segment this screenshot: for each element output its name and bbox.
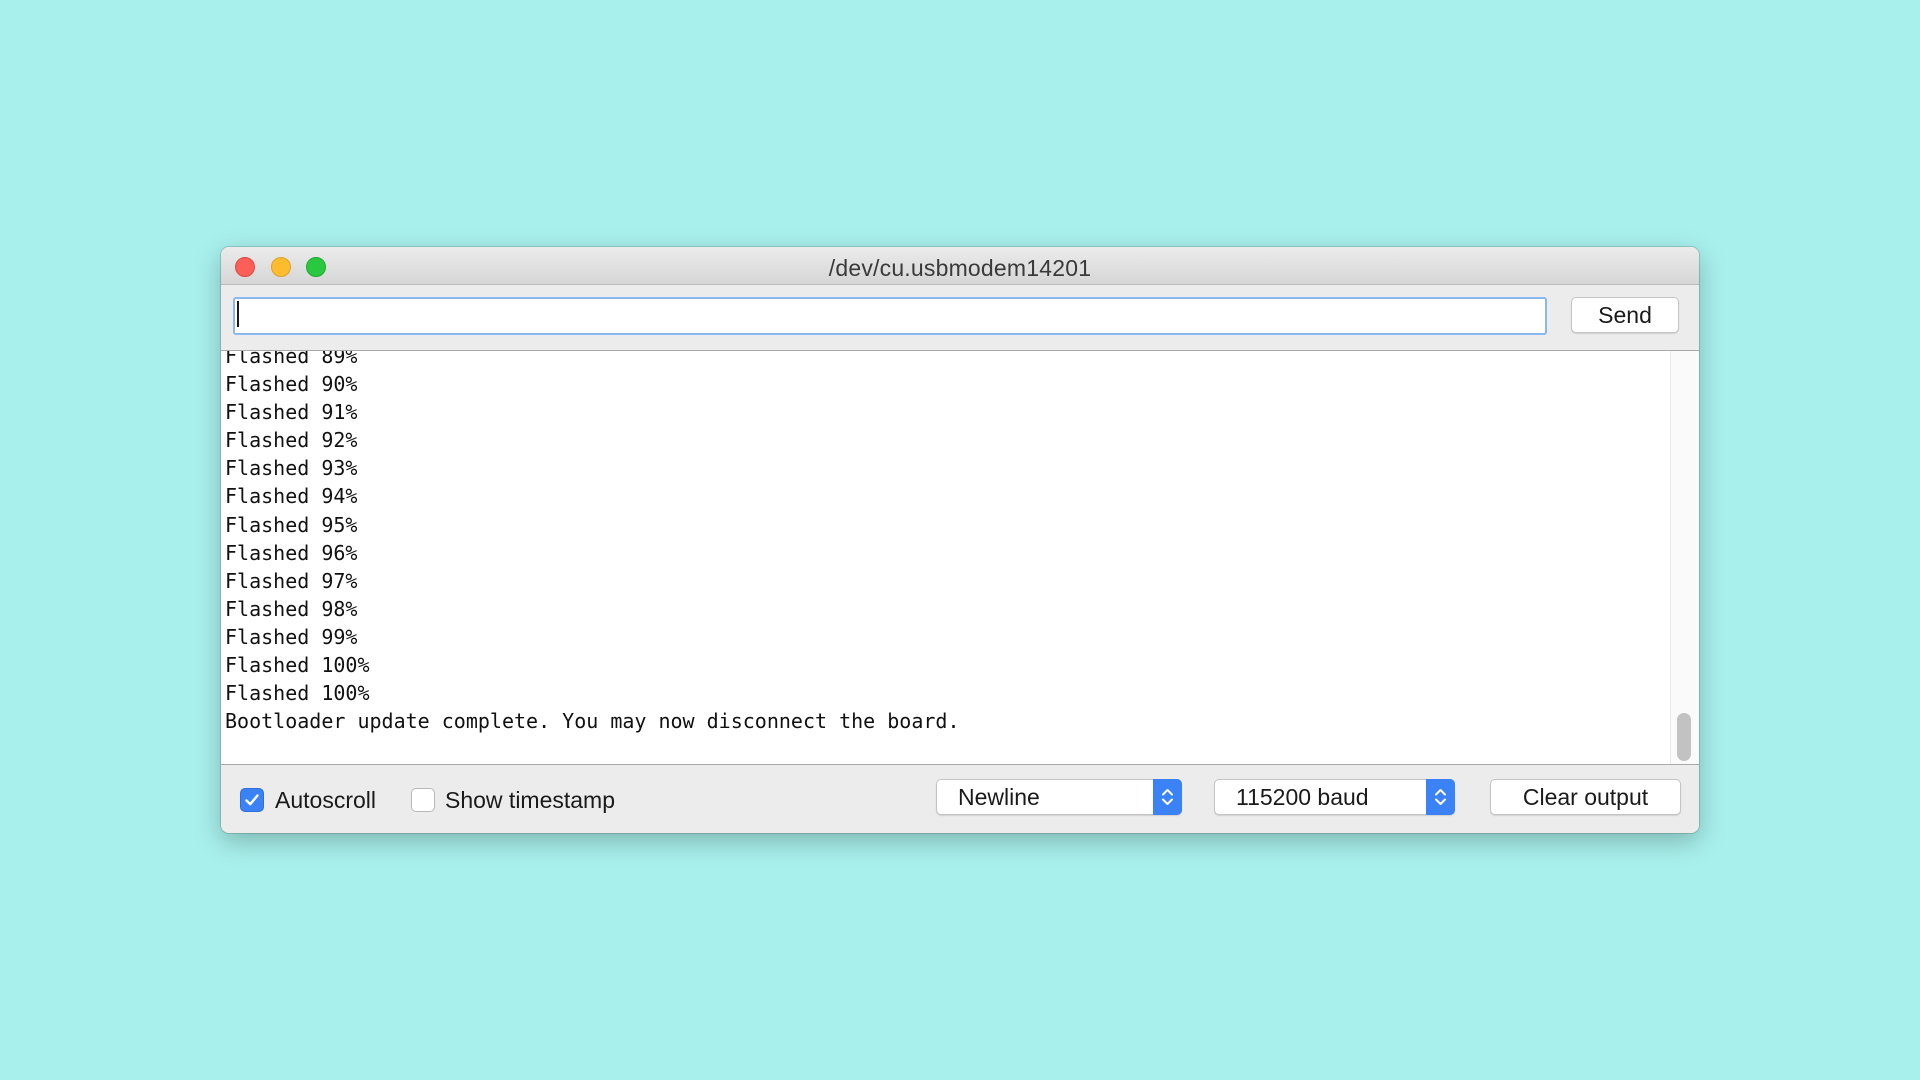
text-caret	[237, 301, 239, 327]
bottom-bar: Autoscroll Show timestamp Newline 115200…	[221, 765, 1699, 833]
up-down-chevron-icon	[1426, 779, 1455, 815]
output-line: Flashed 91%	[225, 400, 358, 425]
output-line: Flashed 90%	[225, 372, 358, 397]
output-line: Bootloader update complete. You may now …	[225, 709, 960, 734]
output-line: Flashed 92%	[225, 428, 358, 453]
autoscroll-checkbox[interactable]	[240, 788, 264, 812]
line-ending-select[interactable]: Newline	[936, 779, 1182, 815]
scrollbar-track[interactable]	[1670, 351, 1699, 764]
output-line: Flashed 95%	[225, 512, 358, 537]
output-line: Flashed 100%	[225, 681, 370, 706]
baud-rate-select[interactable]: 115200 baud	[1214, 779, 1455, 815]
serial-monitor-window: /dev/cu.usbmodem14201 Send Flashed 89% Fl…	[221, 247, 1699, 833]
clear-output-button[interactable]: Clear output	[1490, 779, 1681, 815]
show-timestamp-checkbox[interactable]	[411, 788, 435, 812]
message-input[interactable]	[233, 297, 1547, 335]
baud-rate-value: 115200 baud	[1236, 784, 1369, 810]
output-lines: Flashed 89% Flashed 90% Flashed 91% Flashed…	[225, 351, 960, 735]
output-line: Flashed 96%	[225, 540, 358, 565]
output-line: Flashed 99%	[225, 624, 358, 649]
autoscroll-label[interactable]: Autoscroll	[275, 787, 376, 814]
output-line: Flashed 100%	[225, 653, 370, 678]
checkmark-icon	[245, 794, 259, 806]
title-bar[interactable]: /dev/cu.usbmodem14201	[221, 247, 1699, 285]
line-ending-value: Newline	[958, 784, 1040, 810]
window-title: /dev/cu.usbmodem14201	[828, 255, 1092, 281]
show-timestamp-label[interactable]: Show timestamp	[445, 787, 615, 814]
input-row: Send	[221, 285, 1699, 351]
output-line: Flashed 93%	[225, 456, 358, 481]
output-line: Flashed 98%	[225, 596, 358, 621]
output-line: Flashed 97%	[225, 568, 358, 593]
output-line: Flashed 89%	[225, 351, 358, 368]
scrollbar-thumb[interactable]	[1677, 713, 1691, 761]
send-button[interactable]: Send	[1571, 297, 1679, 333]
serial-output[interactable]: Flashed 89% Flashed 90% Flashed 91% Flashed…	[221, 351, 1699, 765]
up-down-chevron-icon	[1153, 779, 1182, 815]
output-line: Flashed 94%	[225, 484, 358, 509]
